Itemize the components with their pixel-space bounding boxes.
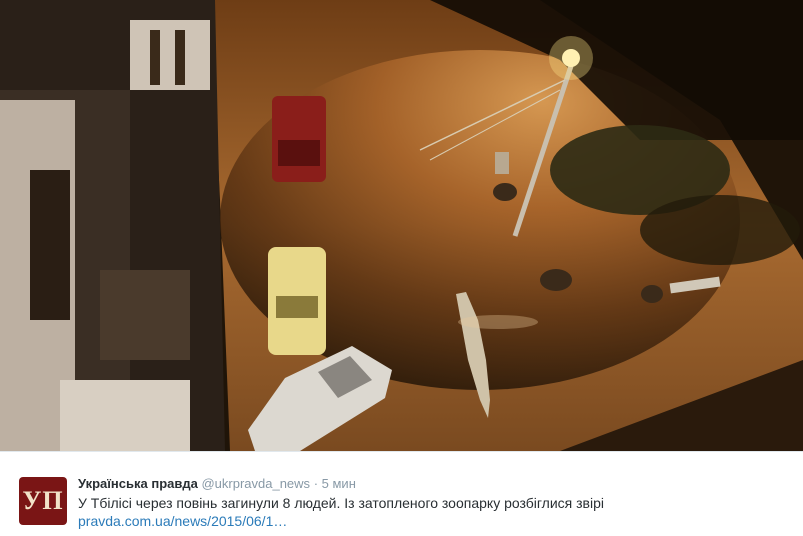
tweet-photo[interactable]: [0, 0, 803, 451]
author-name[interactable]: Українська правда: [78, 476, 198, 491]
author-handle[interactable]: @ukrpravda_news: [201, 476, 310, 491]
separator-dot: ·: [313, 476, 319, 491]
avatar-logo-text: УП: [22, 486, 64, 515]
tweet-timestamp[interactable]: 5 мин: [322, 476, 356, 491]
tweet-link[interactable]: pravda.com.ua/news/2015/06/1…: [78, 513, 287, 529]
tweet-header: Українська правда @ukrpravda_news · 5 ми…: [78, 476, 356, 491]
tweet-card: УП Українська правда @ukrpravda_news · 5…: [0, 451, 803, 536]
tweet-body: У Тбілісі через повінь загинули 8 людей.…: [78, 495, 605, 511]
avatar[interactable]: УП: [19, 477, 67, 525]
flooded-street-image: [0, 0, 803, 451]
tweet-text: У Тбілісі через повінь загинули 8 людей.…: [78, 494, 788, 530]
